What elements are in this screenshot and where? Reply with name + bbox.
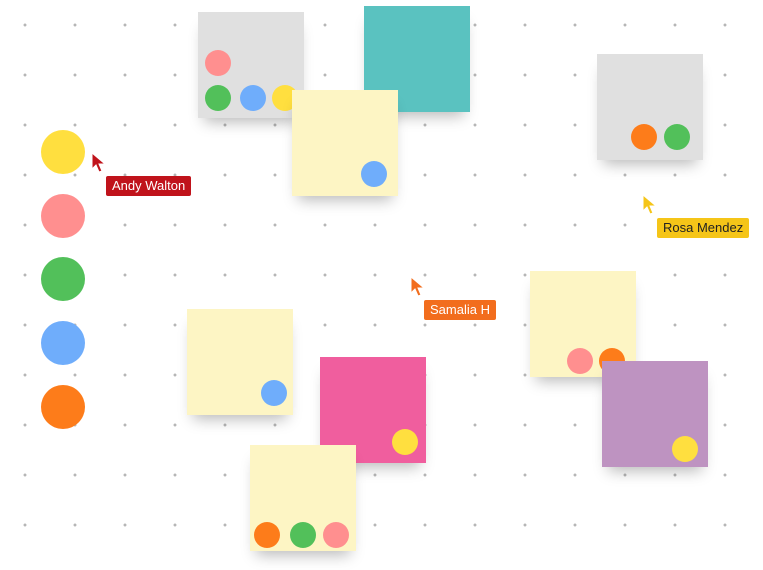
palette-blue-dot[interactable]	[41, 321, 85, 365]
vote-dot	[672, 436, 698, 462]
vote-dot	[664, 124, 690, 150]
sticky-note[interactable]	[250, 445, 356, 551]
palette-orange-dot[interactable]	[41, 385, 85, 429]
palette-yellow-dot[interactable]	[41, 130, 85, 174]
sticky-note[interactable]	[597, 54, 703, 160]
vote-dot	[254, 522, 280, 548]
collaborator-name-label: Andy Walton	[106, 176, 192, 196]
vote-dot	[290, 522, 316, 548]
vote-dot	[205, 50, 231, 76]
vote-dot	[631, 124, 657, 150]
vote-dot	[261, 380, 287, 406]
cursor-arrow-icon	[642, 194, 658, 216]
vote-dot	[361, 161, 387, 187]
vote-dot	[205, 85, 231, 111]
vote-dot	[392, 429, 418, 455]
vote-dot	[567, 348, 593, 374]
collaborator-name-label: Rosa Mendez	[657, 218, 750, 238]
palette-pink-dot[interactable]	[41, 194, 85, 238]
cursor-arrow-icon	[410, 276, 426, 298]
sticky-note[interactable]	[187, 309, 293, 415]
cursor-arrow-icon	[91, 152, 107, 174]
sticky-note[interactable]	[602, 361, 708, 467]
sticky-note[interactable]	[198, 12, 304, 118]
vote-dot	[323, 522, 349, 548]
sticky-note[interactable]	[292, 90, 398, 196]
whiteboard-canvas[interactable]: Andy Walton Rosa Mendez Samalia H	[0, 0, 763, 570]
collaborator-name-label: Samalia H	[424, 300, 496, 320]
palette-green-dot[interactable]	[41, 257, 85, 301]
vote-dot	[240, 85, 266, 111]
